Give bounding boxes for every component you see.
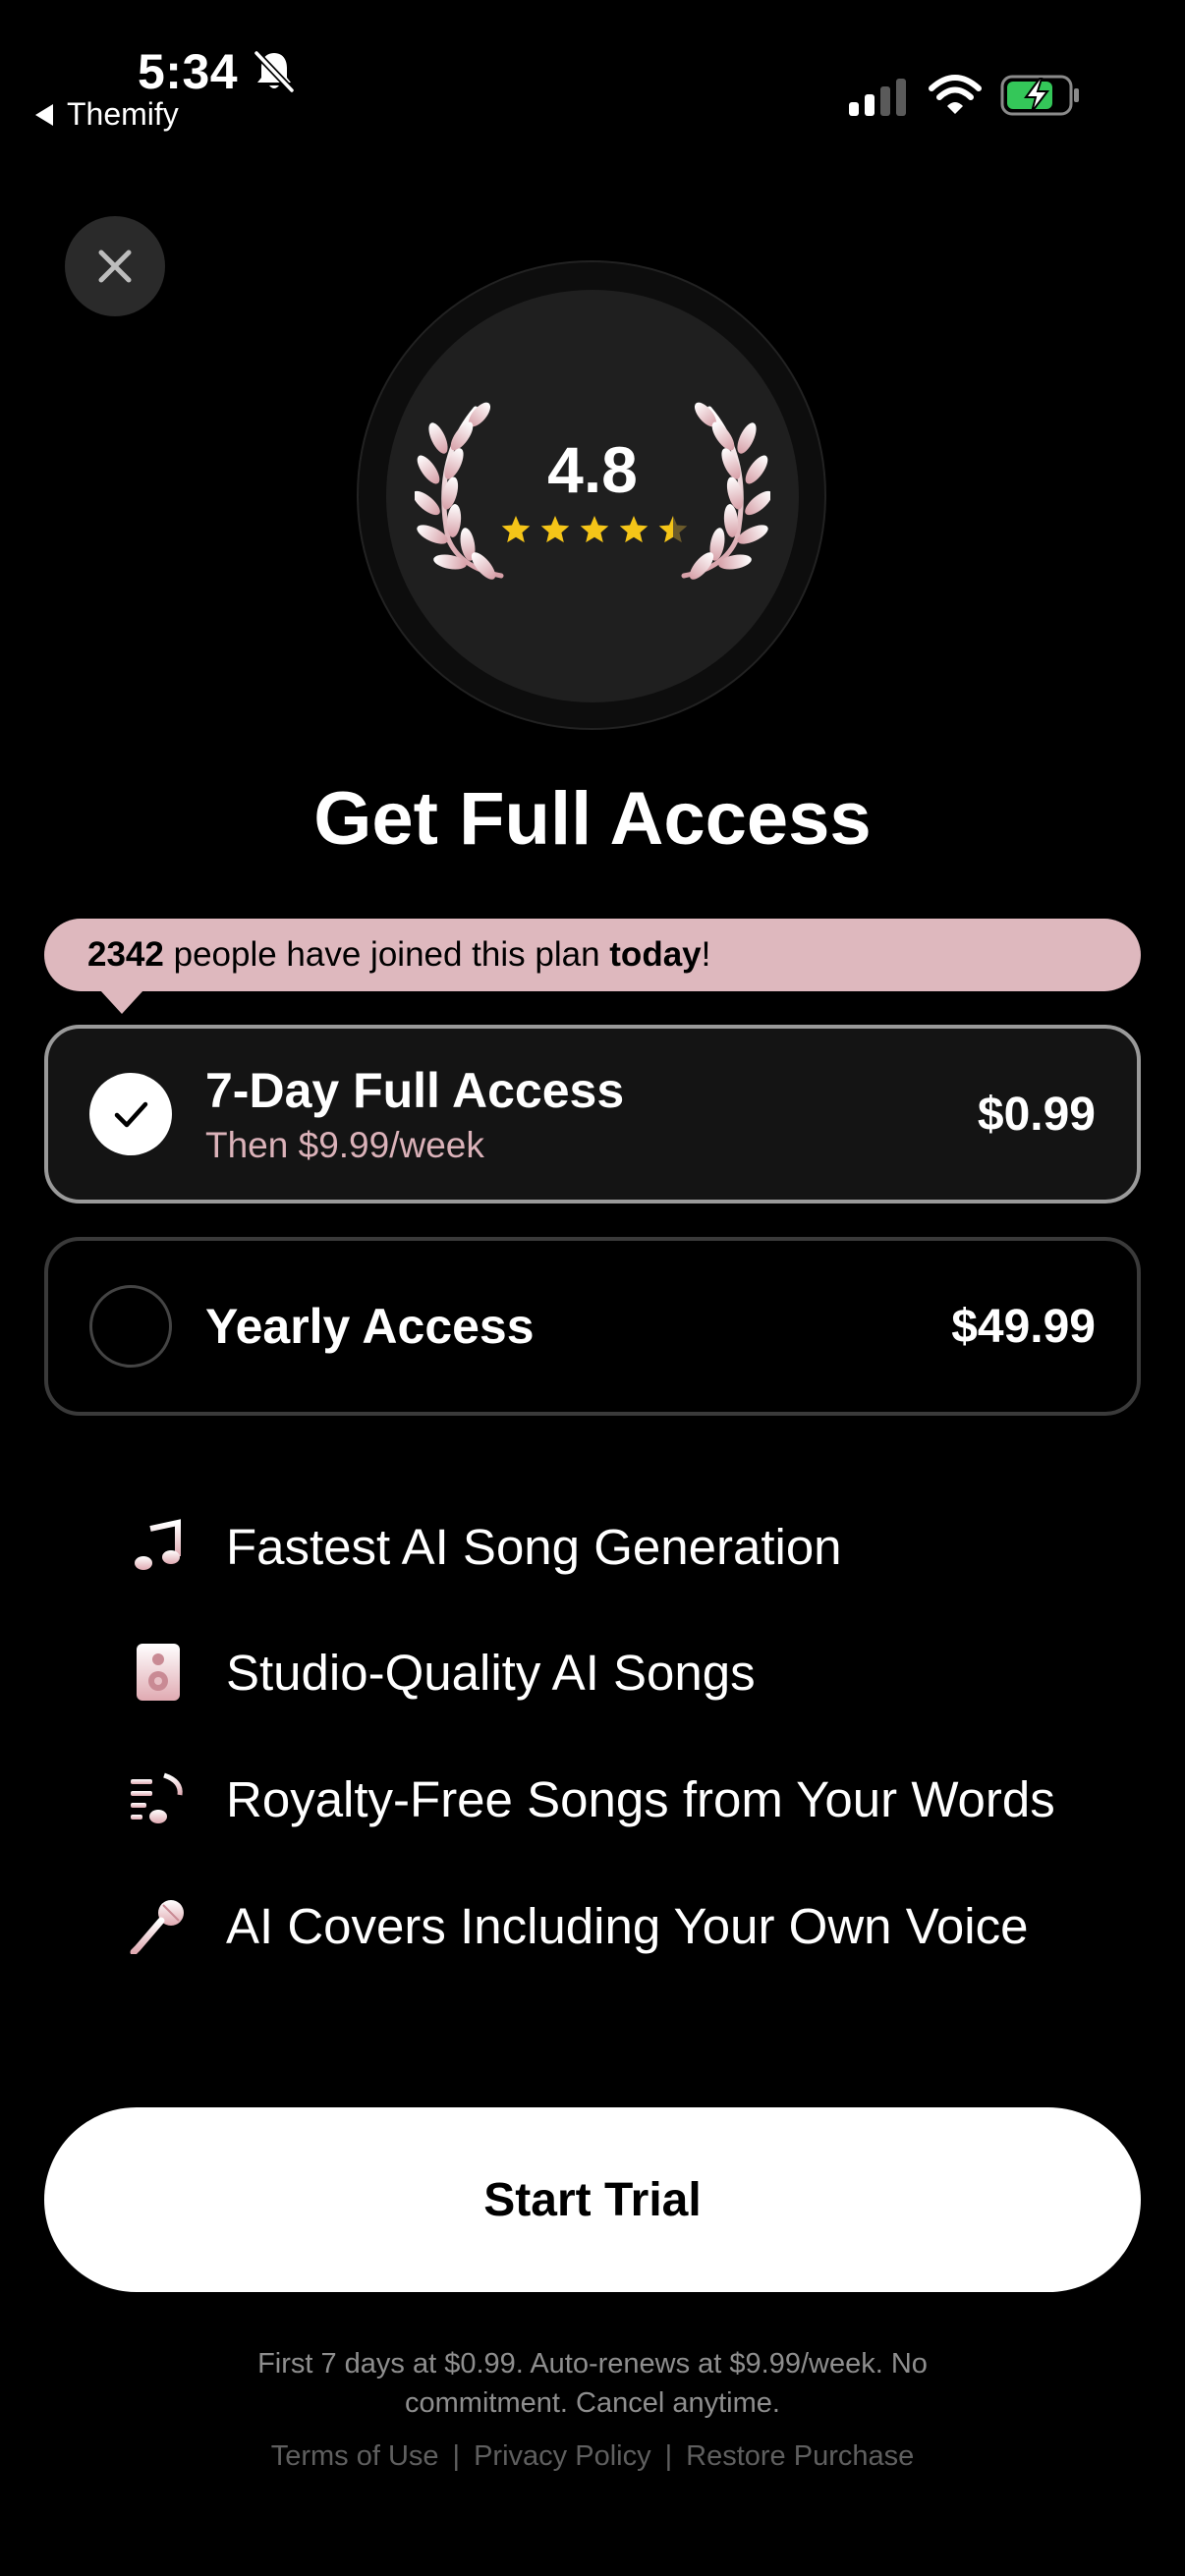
start-trial-button[interactable]: Start Trial: [44, 2107, 1141, 2292]
star-icon: [619, 516, 649, 543]
footer-separator: |: [452, 2440, 461, 2472]
star-icon: [540, 516, 570, 543]
feature-text: Fastest AI Song Generation: [226, 1518, 842, 1575]
joined-text: people have joined this plan: [163, 935, 610, 974]
back-app-label: Themify: [67, 96, 179, 132]
star-icon: [658, 516, 688, 543]
rating-value: 4.8: [547, 433, 638, 506]
back-to-app-link[interactable]: Themify: [35, 96, 179, 133]
checkmark-icon: [114, 1101, 148, 1128]
plan-selected-check: [89, 1073, 172, 1155]
plan-option-yearly[interactable]: Yearly Access $49.99: [44, 1237, 1141, 1416]
feature-item: Royalty-Free Songs from Your Words: [128, 1764, 1055, 1833]
plan-option-weekly[interactable]: 7-Day Full Access Then $9.99/week $0.99: [44, 1025, 1141, 1204]
plan-price: $0.99: [977, 1088, 1096, 1141]
footer-separator: |: [664, 2440, 673, 2472]
feature-text: Studio-Quality AI Songs: [226, 1644, 756, 1701]
joined-count: 2342: [87, 935, 164, 974]
close-button[interactable]: [65, 216, 165, 316]
star-icon: [580, 516, 609, 543]
rating-stars: [501, 516, 688, 543]
signal-icon: [849, 79, 906, 116]
privacy-link[interactable]: Privacy Policy: [474, 2440, 651, 2472]
plan-name: 7-Day Full Access: [205, 1063, 625, 1118]
wifi-icon: [929, 75, 982, 114]
restore-purchase-link[interactable]: Restore Purchase: [686, 2440, 914, 2472]
plan-price: $49.99: [951, 1300, 1096, 1353]
close-icon: [98, 250, 132, 283]
status-time: 5:34: [138, 44, 239, 99]
star-icon: [501, 516, 531, 543]
playlist-music-icon: [128, 1768, 189, 1829]
feature-item: Studio-Quality AI Songs: [128, 1638, 756, 1707]
back-caret-icon: [35, 103, 53, 126]
speaker-icon: [128, 1642, 189, 1703]
music-note-icon: [128, 1516, 189, 1577]
joined-end: !: [701, 935, 711, 974]
terms-link[interactable]: Terms of Use: [271, 2440, 439, 2472]
feature-text: Royalty-Free Songs from Your Words: [226, 1770, 1055, 1827]
page-title: Get Full Access: [313, 777, 872, 861]
feature-item: AI Covers Including Your Own Voice: [128, 1891, 1028, 1960]
plan-name: Yearly Access: [205, 1299, 535, 1354]
feature-item: Fastest AI Song Generation: [128, 1512, 842, 1581]
plan-radio-empty: [89, 1285, 172, 1368]
battery-charging-icon: [1000, 75, 1079, 116]
subscription-disclaimer: First 7 days at $0.99. Auto-renews at $9…: [257, 2348, 928, 2419]
footer-links: Terms of Use | Privacy Policy | Restore Purc…: [0, 2440, 1185, 2473]
banner-pointer: [100, 990, 143, 1014]
joined-banner: 2342 people have joined this plan today!: [44, 919, 1141, 991]
joined-emphasis: today: [609, 935, 702, 974]
feature-text: AI Covers Including Your Own Voice: [226, 1897, 1029, 1954]
microphone-icon: [128, 1895, 189, 1956]
plan-subtitle: Then $9.99/week: [205, 1125, 484, 1165]
bell-slash-icon: [254, 50, 295, 93]
